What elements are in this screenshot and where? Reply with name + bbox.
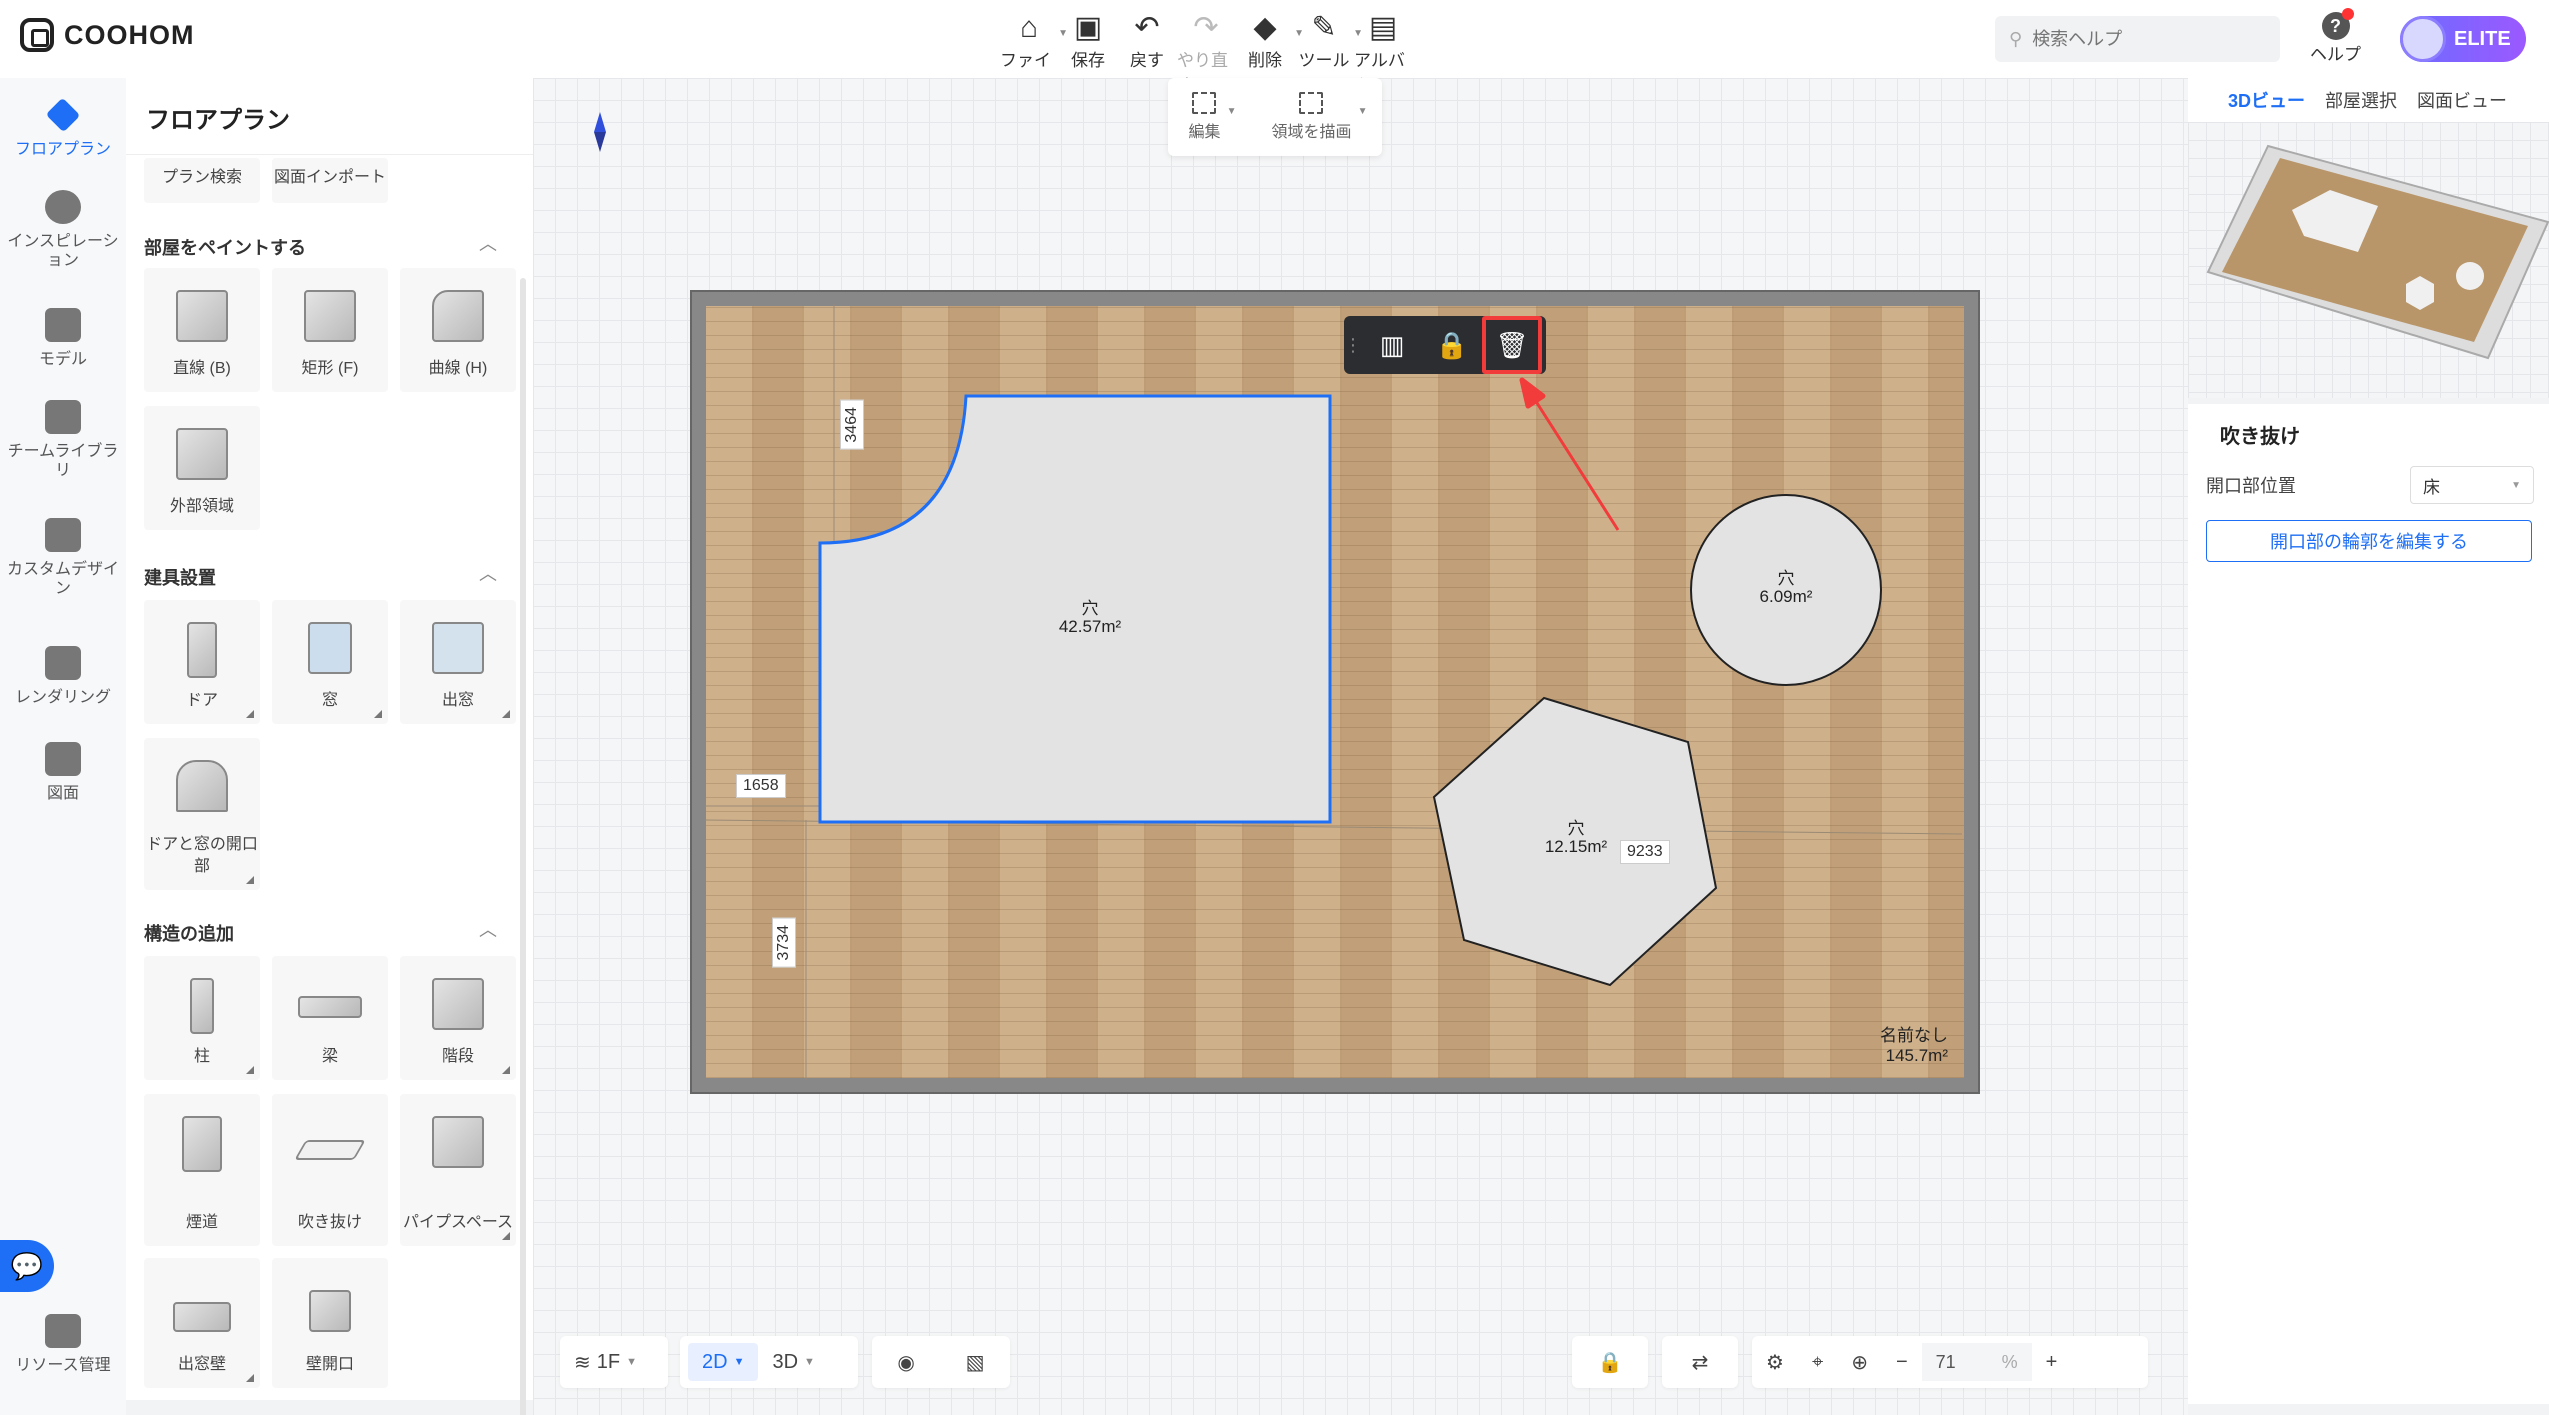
lock-icon: 🔒: [1435, 329, 1469, 360]
hole-area: 12.15m²: [1544, 837, 1608, 856]
minus-icon: −: [1895, 1350, 1908, 1373]
display-group: ◉ ▧: [872, 1336, 1010, 1388]
zoom-unit: %: [2001, 1351, 2018, 1372]
dimension-label[interactable]: 1658: [736, 774, 786, 798]
mode-3d-button[interactable]: 3D ▼: [758, 1336, 828, 1388]
view-settings-button[interactable]: ⚙: [1752, 1336, 1798, 1388]
selection-context-toolbar: ⋮ ▥ 🔒 🗑: [1344, 316, 1546, 374]
3d-room-floor: [2222, 158, 2528, 342]
3d-preview-render: [2206, 144, 2549, 360]
3d-box-button[interactable]: ▧: [952, 1336, 999, 1388]
layers-group: ≋ 1F ▼: [574, 1350, 637, 1374]
view-mode-group: 2D ▼ 3D ▼: [680, 1336, 858, 1388]
plus-icon: +: [2045, 1350, 2058, 1373]
tab-3d-view[interactable]: 3Dビュー: [2228, 87, 2305, 113]
zoom-out-button[interactable]: −: [1882, 1336, 1922, 1388]
hole-area: 42.57m²: [1058, 617, 1122, 636]
properties-title: 吹き抜け: [2220, 426, 2300, 448]
preview-tabs: 3Dビュー 部屋選択 図面ビュー: [2188, 78, 2549, 122]
3d-hole: [2456, 262, 2484, 290]
hole-label-2: 穴 6.09m²: [1736, 570, 1836, 606]
hole-label-1: 穴 42.57m²: [1040, 600, 1140, 636]
eye-icon: ◉: [897, 1351, 915, 1374]
tab-room-select[interactable]: 部屋選択: [2325, 87, 2397, 113]
edit-outline-button[interactable]: 開口部の輪郭を編集する: [2206, 520, 2532, 562]
zoom-search-icon: ⊕: [1851, 1351, 1868, 1374]
tab-plan-view[interactable]: 図面ビュー: [2417, 87, 2507, 113]
zoom-group: ⚙ ⌖ ⊕ − 71% +: [1752, 1336, 2148, 1388]
floor-label: 1F: [596, 1350, 621, 1373]
dimension-label[interactable]: 9233: [1620, 840, 1670, 864]
opening-position-label: 開口部位置: [2206, 476, 2296, 496]
zoom-in-button[interactable]: +: [2032, 1336, 2072, 1388]
room-area: 145.7m²: [1885, 1046, 1948, 1065]
room-name-label[interactable]: 名前なし 145.7m²: [1880, 1026, 1948, 1066]
trash-icon: 🗑: [1495, 329, 1529, 360]
lock-icon: 🔒: [1597, 1351, 1623, 1374]
delete-button[interactable]: 🗑: [1482, 316, 1542, 374]
floor-selector[interactable]: ≋ 1F ▼: [560, 1336, 668, 1388]
hole-name: 穴: [1567, 819, 1585, 838]
toggle-settings-button[interactable]: ⇄: [1662, 1336, 1738, 1388]
properties-panel: 吹き抜け 開口部位置 床 ▼ 開口部の輪郭を編集する: [2188, 404, 2549, 1404]
mode-3d-label: 3D: [772, 1350, 799, 1373]
focus-icon: ⌖: [1811, 1350, 1824, 1373]
3d-preview-viewport[interactable]: [2188, 122, 2549, 398]
hole-name: 穴: [1081, 599, 1099, 618]
chevron-down-icon: ▼: [2511, 479, 2521, 491]
callout-arrow: [1519, 377, 1620, 531]
zoom-input[interactable]: 71%: [1921, 1343, 2032, 1381]
room-name: 名前なし: [1880, 1026, 1948, 1045]
hole-name: 穴: [1777, 569, 1795, 588]
fit-view-button[interactable]: ⌖: [1798, 1336, 1837, 1388]
select-value: 床: [2423, 477, 2440, 497]
opening-position-select[interactable]: 床 ▼: [2410, 466, 2534, 504]
visibility-button[interactable]: ◉: [883, 1336, 928, 1388]
floorplan-overlay: [704, 304, 1963, 1080]
dimension-label[interactable]: 3734: [772, 918, 796, 968]
lock-canvas-button[interactable]: 🔒: [1572, 1336, 1648, 1388]
toggle-icon: ⇄: [1691, 1351, 1709, 1374]
cube-icon: ▧: [965, 1351, 985, 1374]
zoom-area-button[interactable]: ⊕: [1837, 1336, 1882, 1388]
layers-icon: ≋: [574, 1351, 591, 1374]
settings-view-icon: ⚙: [1766, 1351, 1784, 1374]
hole-area: 6.09m²: [1759, 587, 1813, 606]
paint-icon: ▥: [1379, 329, 1405, 360]
properties-button[interactable]: ▥: [1362, 316, 1422, 374]
mode-2d-button[interactable]: 2D ▼: [688, 1343, 759, 1381]
dimension-label[interactable]: 3464: [840, 400, 864, 450]
preview-3d-panel: 3Dビュー 部屋選択 図面ビュー: [2188, 78, 2549, 398]
lock-button[interactable]: 🔒: [1422, 316, 1482, 374]
drag-handle-icon[interactable]: ⋮: [1344, 335, 1362, 356]
mode-2d-label: 2D: [702, 1350, 728, 1373]
zoom-value: 71: [1935, 1351, 1956, 1372]
hole-label-3: 穴 12.15m²: [1526, 820, 1626, 856]
